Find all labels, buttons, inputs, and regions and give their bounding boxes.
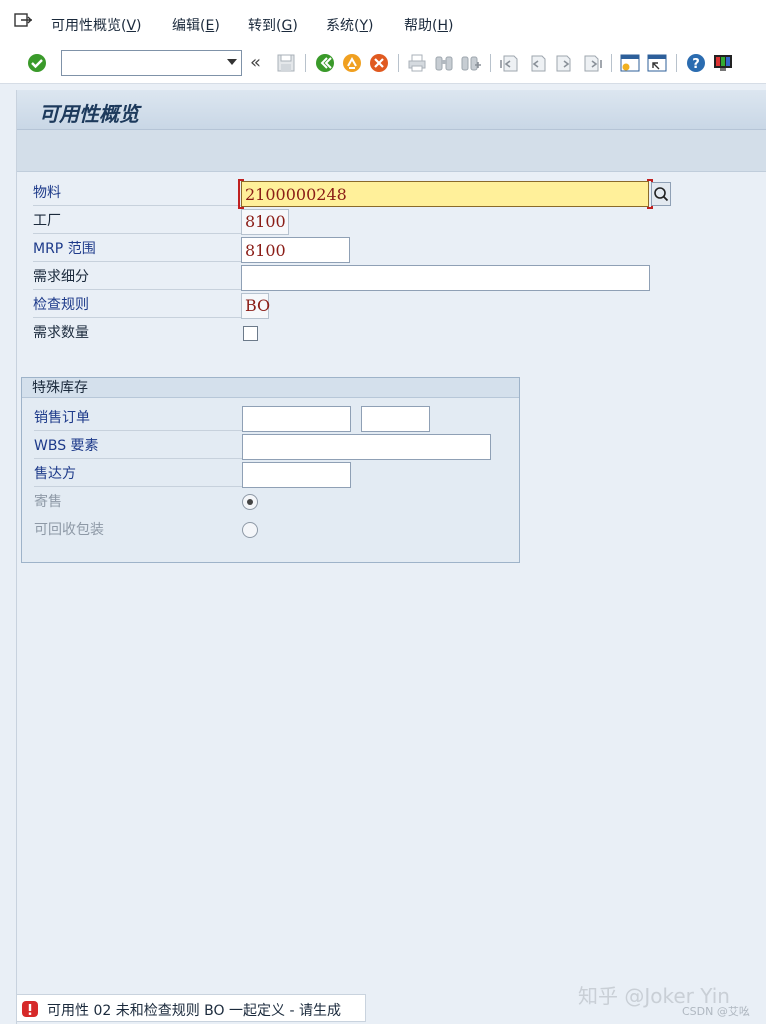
consignment-label: 寄售 — [34, 494, 62, 510]
create-session-icon[interactable] — [619, 52, 641, 74]
plant-field: 8100 — [241, 209, 289, 235]
sales-order-item-input[interactable] — [365, 407, 429, 431]
wbs-element-field[interactable] — [242, 434, 491, 460]
wbs-element-input[interactable] — [246, 435, 490, 459]
returnable-packaging-label: 可回收包装 — [34, 522, 104, 538]
back-icon[interactable] — [314, 52, 336, 74]
toolbar-separator — [305, 54, 306, 72]
sold-to-input[interactable] — [246, 463, 350, 487]
requirement-quantity-checkbox[interactable] — [243, 326, 258, 341]
menu-bar: 可用性概览(V) 编辑(E) 转到(G) 系统(Y) 帮助(H) — [0, 0, 766, 46]
sold-to-field[interactable] — [242, 462, 351, 488]
find-next-icon[interactable] — [460, 52, 482, 74]
mrp-area-input[interactable] — [245, 238, 349, 262]
requirement-segment-label: 需求细分 — [33, 264, 241, 290]
plant-label: 工厂 — [33, 208, 241, 234]
command-input[interactable] — [66, 52, 216, 74]
svg-text:?: ? — [692, 57, 700, 72]
first-page-icon[interactable] — [498, 52, 520, 74]
shortcut-icon[interactable] — [646, 52, 668, 74]
layout-menu-icon[interactable] — [712, 52, 734, 74]
previous-page-icon[interactable] — [526, 52, 548, 74]
status-message: 可用性 02 未和检查规则 BO 一起定义 - 请生成 — [47, 1003, 341, 1019]
mrp-area-label: MRP 范围 — [33, 236, 241, 262]
sales-order-input[interactable] — [246, 407, 350, 431]
menu-edit[interactable]: 编辑(E) — [172, 15, 220, 35]
menu-help[interactable]: 帮助(H) — [404, 15, 453, 35]
status-bar[interactable]: 可用性 02 未和检查规则 BO 一起定义 - 请生成 — [16, 994, 366, 1022]
requirement-quantity-label: 需求数量 — [33, 325, 89, 341]
sales-order-item-field[interactable] — [361, 406, 430, 432]
checking-rule-label: 检查规则 — [33, 292, 241, 318]
screen-title: 可用性概览 — [39, 102, 139, 126]
sales-order-label: 销售订单 — [34, 405, 242, 431]
toolbar-separator — [490, 54, 491, 72]
mrp-area-field[interactable] — [241, 237, 350, 263]
special-stock-title: 特殊库存 — [22, 378, 519, 398]
exit-icon[interactable] — [341, 52, 363, 74]
sales-order-field[interactable] — [242, 406, 351, 432]
toolbar-separator — [676, 54, 677, 72]
wbs-element-label: WBS 要素 — [34, 433, 242, 459]
title-bar: 可用性概览 — [17, 90, 766, 130]
main-panel: 可用性概览 物料 工厂 8100 MRP 范围 需求细分 检查规则 BO 需求数… — [16, 90, 766, 1024]
help-icon[interactable]: ? — [685, 52, 707, 74]
command-dropdown-icon[interactable] — [227, 59, 237, 65]
system-menu-icon[interactable] — [14, 12, 34, 28]
consignment-radio[interactable] — [242, 494, 258, 510]
cancel-icon[interactable] — [368, 52, 390, 74]
error-icon — [21, 1000, 39, 1018]
collapse-command-icon[interactable]: « — [250, 52, 261, 73]
next-page-icon[interactable] — [554, 52, 576, 74]
checking-rule-field: BO — [241, 293, 270, 319]
requirement-segment-input[interactable] — [245, 266, 649, 290]
returnable-packaging-radio[interactable] — [242, 522, 258, 538]
menu-availability-overview[interactable]: 可用性概览(V) — [51, 15, 142, 35]
requirement-segment-field[interactable] — [241, 265, 650, 291]
toolbar-separator — [611, 54, 612, 72]
find-icon[interactable] — [433, 52, 455, 74]
menu-system[interactable]: 系统(Y) — [326, 15, 374, 35]
special-stock-group: 特殊库存 销售订单 WBS 要素 售达方 寄售 可回收包装 — [21, 377, 520, 563]
command-field[interactable] — [61, 50, 242, 76]
toolbar-separator — [398, 54, 399, 72]
material-label: 物料 — [33, 180, 241, 206]
print-icon[interactable] — [406, 52, 428, 74]
save-icon[interactable] — [275, 52, 297, 74]
watermark-sub: CSDN @艾吆 — [682, 1005, 750, 1018]
material-field[interactable] — [241, 181, 649, 207]
enter-icon[interactable] — [26, 52, 48, 74]
application-toolbar — [17, 130, 766, 172]
sold-to-label: 售达方 — [34, 461, 242, 487]
search-help-button[interactable] — [651, 182, 671, 206]
material-input[interactable] — [245, 182, 648, 206]
last-page-icon[interactable] — [582, 52, 604, 74]
menu-goto[interactable]: 转到(G) — [248, 15, 298, 35]
